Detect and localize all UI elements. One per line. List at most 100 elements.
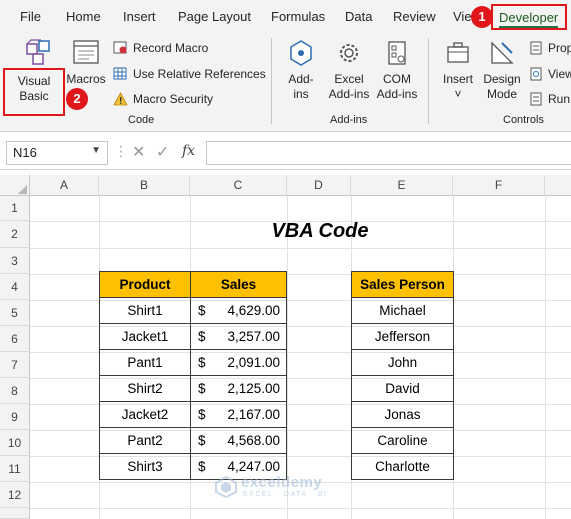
currency-symbol: $	[198, 329, 206, 344]
row-header-3[interactable]: 3	[0, 248, 30, 274]
com-add-ins-label-2: Add-ins	[376, 87, 418, 101]
callout-1: 1	[471, 6, 493, 28]
exceldemy-logo-icon	[215, 476, 237, 498]
insert-control-button[interactable]: Insert ˅	[438, 38, 478, 102]
column-headers: A B C D E F	[0, 175, 571, 196]
visual-basic-highlight: Visual Basic	[3, 68, 65, 116]
header-sales[interactable]: Sales	[190, 271, 287, 298]
column-header-b[interactable]: B	[99, 175, 190, 196]
table-row: John	[351, 349, 454, 376]
table-row: Jefferson	[351, 323, 454, 350]
visual-basic-button[interactable]	[20, 38, 56, 72]
row-header-10[interactable]: 10	[0, 430, 30, 456]
row-header-4[interactable]: 4	[0, 274, 30, 300]
view-code-button[interactable]: View	[530, 67, 571, 81]
column-header-d[interactable]: D	[287, 175, 351, 196]
menu-home[interactable]: Home	[66, 9, 101, 24]
menu-file[interactable]: File	[20, 9, 41, 24]
properties-button[interactable]: Prop	[530, 41, 571, 55]
com-add-ins-button[interactable]: COM Add-ins	[374, 38, 420, 102]
menu-page-layout[interactable]: Page Layout	[178, 9, 251, 24]
person-cell[interactable]: Jefferson	[351, 323, 454, 350]
sales-person-table: Sales Person Michael Jefferson John Davi…	[351, 271, 454, 480]
product-cell[interactable]: Shirt2	[99, 375, 191, 402]
design-mode-icon	[491, 41, 514, 64]
column-header-e[interactable]: E	[351, 175, 453, 196]
product-cell[interactable]: Shirt1	[99, 297, 191, 324]
record-macro-button[interactable]: Record Macro	[113, 41, 208, 55]
visual-basic-label-2: Basic	[19, 89, 49, 103]
product-cell[interactable]: Pant1	[99, 349, 191, 376]
sales-table: Product Sales Shirt1 $4,629.00 Jacket1 $…	[99, 271, 287, 480]
design-mode-button[interactable]: Design Mode	[480, 38, 524, 102]
sales-cell[interactable]: $2,167.00	[190, 401, 287, 428]
sales-cell[interactable]: $2,125.00	[190, 375, 287, 402]
menu-insert[interactable]: Insert	[123, 9, 156, 24]
column-header-f[interactable]: F	[453, 175, 545, 196]
watermark-sub: EXCEL · DATA · BI	[243, 491, 328, 498]
row-header-5[interactable]: 5	[0, 300, 30, 326]
insert-function-icon[interactable]: fx	[182, 143, 195, 159]
row-header-8[interactable]: 8	[0, 378, 30, 404]
add-ins-button[interactable]: Add- ins	[282, 38, 320, 102]
relative-references-icon	[113, 67, 127, 80]
sales-cell[interactable]: $4,568.00	[190, 427, 287, 454]
use-relative-references-button[interactable]: Use Relative References	[113, 67, 266, 81]
row-header-7[interactable]: 7	[0, 352, 30, 378]
person-cell[interactable]: David	[351, 375, 454, 402]
run-dialog-icon	[530, 92, 542, 106]
menu-developer[interactable]: Developer	[491, 4, 567, 30]
person-cell[interactable]: Michael	[351, 297, 454, 324]
chevron-down-icon[interactable]: ▼	[91, 145, 101, 156]
person-cell[interactable]: John	[351, 349, 454, 376]
enter-icon[interactable]: ✓	[156, 142, 169, 162]
table-row: Jacket1 $3,257.00	[99, 323, 287, 350]
row-header-6[interactable]: 6	[0, 326, 30, 352]
excel-add-ins-button[interactable]: Excel Add-ins	[326, 38, 372, 102]
sales-cell[interactable]: $4,629.00	[190, 297, 287, 324]
watermark-name: exceldemy	[241, 474, 323, 491]
macros-label: Macros	[66, 72, 106, 86]
select-all-corner[interactable]	[0, 175, 30, 196]
menu-formulas[interactable]: Formulas	[271, 9, 325, 24]
product-cell[interactable]: Pant2	[99, 427, 191, 454]
row-header-12[interactable]: 12	[0, 482, 30, 508]
gridline	[287, 196, 288, 519]
product-cell[interactable]: Jacket1	[99, 323, 191, 350]
sales-amount: 2,167.00	[227, 407, 280, 422]
column-header-c[interactable]: C	[190, 175, 287, 196]
sales-cell[interactable]: $2,091.00	[190, 349, 287, 376]
currency-symbol: $	[198, 407, 206, 422]
view-code-icon	[530, 67, 542, 81]
formula-input[interactable]	[206, 141, 571, 165]
macro-security-button[interactable]: Macro Security	[113, 92, 213, 106]
column-header-a[interactable]: A	[30, 175, 99, 196]
macros-button[interactable]: Macros	[66, 38, 106, 87]
run-dialog-button[interactable]: Run	[530, 92, 570, 106]
person-cell[interactable]: Caroline	[351, 427, 454, 454]
menu-bar: File Home Insert Page Layout Formulas Da…	[0, 0, 571, 32]
currency-symbol: $	[198, 381, 206, 396]
row-header-13[interactable]	[0, 508, 30, 519]
menu-data[interactable]: Data	[345, 9, 372, 24]
person-cell[interactable]: Jonas	[351, 401, 454, 428]
add-ins-label-2: ins	[293, 87, 309, 101]
cancel-icon[interactable]: ✕	[132, 142, 145, 162]
sales-cell[interactable]: $3,257.00	[190, 323, 287, 350]
product-cell[interactable]: Shirt3	[99, 453, 191, 480]
row-header-9[interactable]: 9	[0, 404, 30, 430]
menu-view[interactable]: Vie	[453, 9, 472, 24]
row-header-1[interactable]: 1	[0, 196, 30, 221]
header-product[interactable]: Product	[99, 271, 191, 298]
row-header-2[interactable]: 2	[0, 221, 30, 248]
excel-add-ins-label-1: Excel	[334, 72, 364, 86]
view-code-label: View	[548, 67, 571, 81]
table-row: Caroline	[351, 427, 454, 454]
product-cell[interactable]: Jacket2	[99, 401, 191, 428]
menu-review[interactable]: Review	[393, 9, 436, 24]
row-header-11[interactable]: 11	[0, 456, 30, 482]
use-relative-references-label: Use Relative References	[133, 67, 266, 81]
header-sales-person[interactable]: Sales Person	[351, 271, 454, 298]
properties-icon	[530, 41, 542, 55]
name-box[interactable]: N16 ▼	[6, 141, 108, 165]
